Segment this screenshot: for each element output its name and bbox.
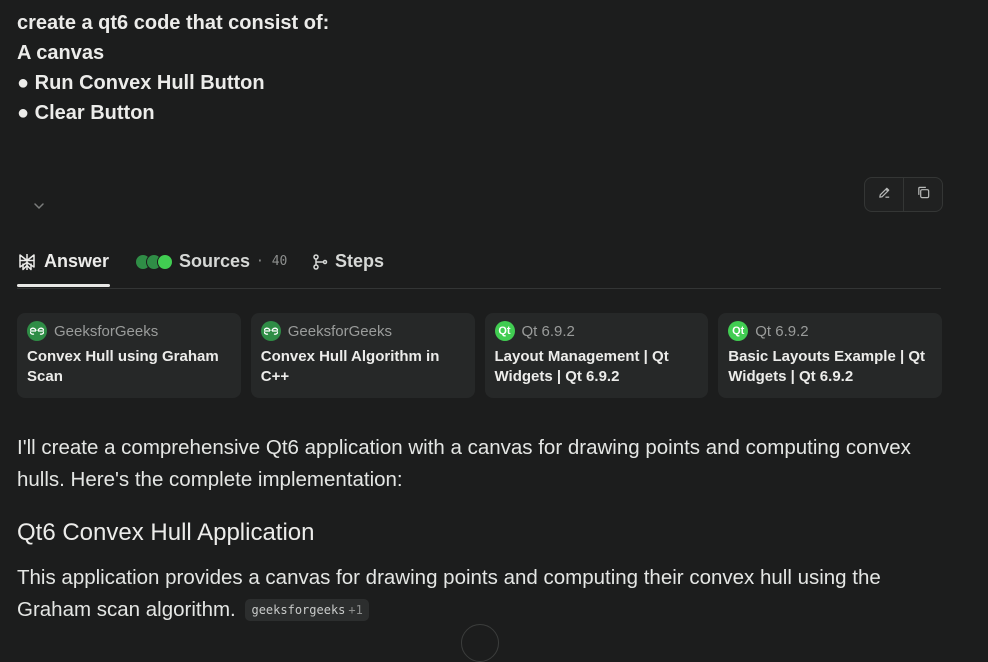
steps-icon	[312, 253, 328, 271]
source-card[interactable]: GeeksforGeeks Convex Hull Algorithm in C…	[250, 313, 475, 398]
copy-icon	[916, 185, 931, 205]
source-cards: GeeksforGeeks Convex Hull using Graham S…	[17, 313, 942, 398]
qt-favicon	[157, 253, 173, 270]
answer-paragraph: This application provides a canvas for d…	[17, 562, 947, 626]
citation-more: +1	[348, 603, 363, 617]
gfg-logo-icon	[27, 321, 47, 341]
citation-badge[interactable]: geeksforgeeks +1	[245, 599, 369, 621]
perplexity-icon	[17, 252, 37, 272]
card-site: GeeksforGeeks	[54, 322, 159, 340]
chevron-down-icon[interactable]	[31, 198, 47, 214]
tab-sources-label: Sources	[179, 251, 251, 271]
card-source: Qt Qt 6.9.2	[494, 321, 699, 341]
source-card[interactable]: Qt Qt 6.9.2 Basic Layouts Example | Qt W…	[718, 313, 942, 398]
source-card[interactable]: Qt Qt 6.9.2 Layout Management | Qt Widge…	[484, 313, 709, 398]
qt-logo-icon: Qt	[728, 321, 749, 341]
answer-tabs: Answer Sources · 40 Steps	[17, 237, 941, 289]
tab-sources[interactable]: Sources · 40	[135, 237, 287, 286]
card-site: Qt 6.9.2	[755, 322, 809, 340]
tab-steps[interactable]: Steps	[312, 237, 384, 286]
tab-answer-label: Answer	[44, 251, 110, 271]
card-title: Convex Hull Algorithm in C++	[260, 348, 440, 385]
card-site: GeeksforGeeks	[287, 322, 392, 340]
edit-button[interactable]	[865, 178, 903, 211]
query-line: create a qt6 code that consist of:	[17, 12, 330, 34]
card-site: Qt 6.9.2	[521, 322, 575, 340]
sources-count: · 40	[256, 254, 288, 269]
tab-answer[interactable]: Answer	[17, 237, 111, 287]
card-source: GeeksforGeeks	[260, 321, 465, 341]
user-query: create a qt6 code that consist of: A can…	[17, 8, 329, 128]
scroll-down-button[interactable]	[461, 624, 499, 662]
query-actions	[864, 177, 943, 212]
answer-paragraph-text: This application provides a canvas for d…	[17, 566, 881, 621]
copy-button[interactable]	[903, 178, 942, 211]
card-source: GeeksforGeeks	[27, 321, 231, 341]
card-source: Qt Qt 6.9.2	[728, 321, 932, 341]
card-title: Layout Management | Qt Widgets | Qt 6.9.…	[494, 348, 669, 385]
tab-steps-label: Steps	[335, 251, 385, 271]
query-line: ● Run Convex Hull Button	[17, 72, 265, 94]
edit-icon	[877, 185, 892, 205]
qt-logo-icon: Qt	[494, 321, 515, 341]
gfg-logo-icon	[260, 321, 281, 341]
query-line: ● Clear Button	[17, 102, 155, 124]
source-favicons	[135, 253, 173, 270]
query-line: A canvas	[17, 42, 105, 64]
card-title: Convex Hull using Graham Scan	[27, 348, 219, 385]
answer-intro: I'll create a comprehensive Qt6 applicat…	[17, 436, 911, 491]
card-title: Basic Layouts Example | Qt Widgets | Qt …	[728, 348, 926, 385]
source-card[interactable]: GeeksforGeeks Convex Hull using Graham S…	[17, 313, 241, 398]
answer-heading: Qt6 Convex Hull Application	[17, 519, 315, 546]
citation-label: geeksforgeeks	[251, 603, 346, 617]
